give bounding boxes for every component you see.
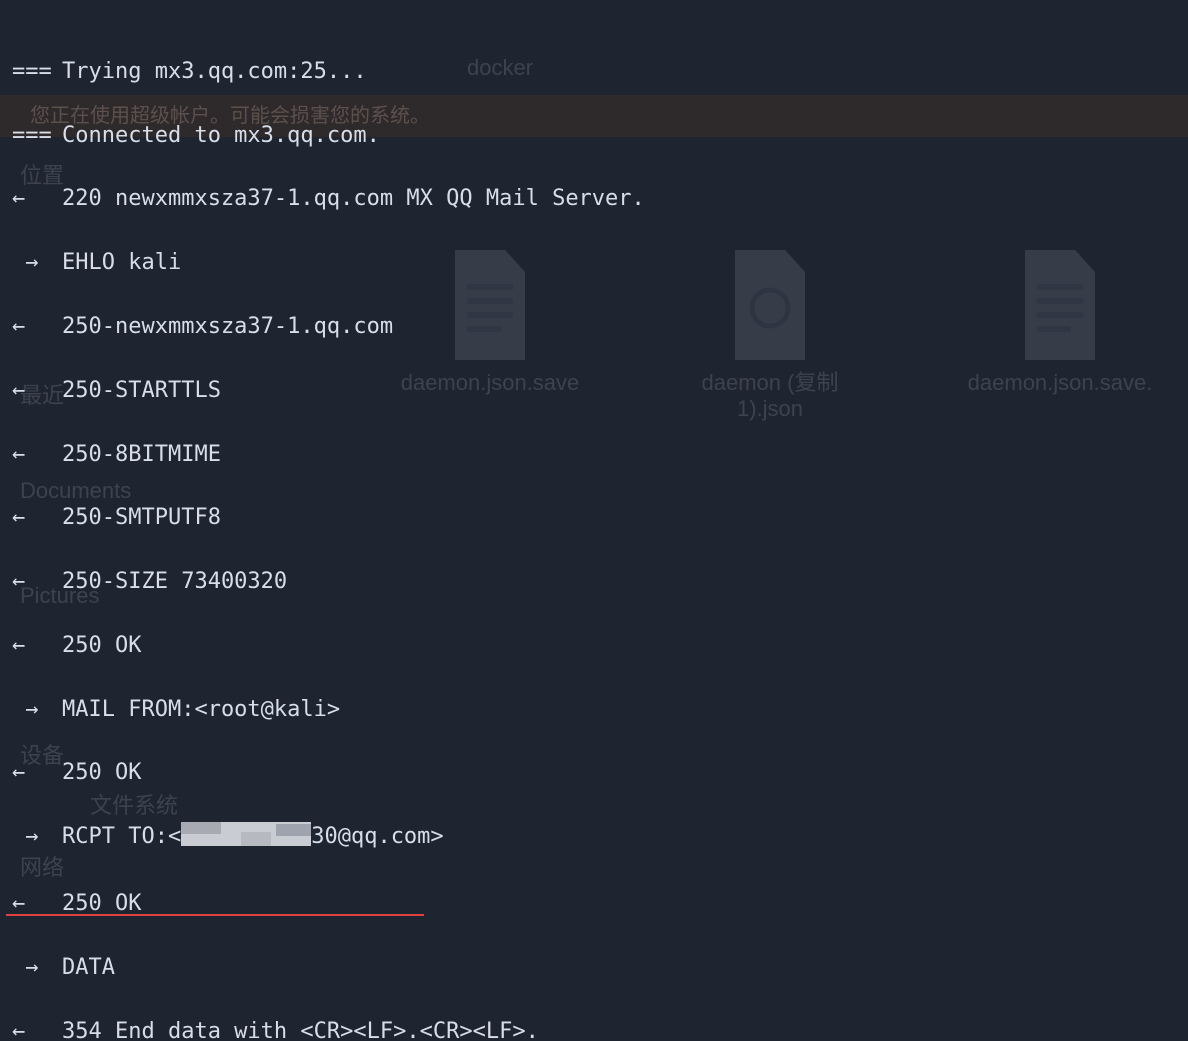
terminal-line: →DATA xyxy=(12,952,1188,984)
line-marker-recv: ← xyxy=(12,311,62,343)
line-text: DATA xyxy=(62,952,115,984)
text-after-redact: 30@qq.com> xyxy=(311,824,443,849)
text-before-redact: RCPT TO:< xyxy=(62,824,181,849)
line-text: 354 End data with <CR><LF>.<CR><LF>. xyxy=(62,1016,539,1041)
terminal-line: →RCPT TO:< 30@qq.com> xyxy=(12,821,1188,856)
line-marker-recv: ← xyxy=(12,630,62,662)
line-text: 250-newxmmxsza37-1.qq.com xyxy=(62,311,393,343)
line-marker-recv: ← xyxy=(12,757,62,789)
line-marker-info: === xyxy=(12,120,62,152)
line-text: 250-STARTTLS xyxy=(62,375,221,407)
line-marker-recv: ← xyxy=(12,502,62,534)
error-underline xyxy=(6,914,424,916)
line-marker-recv: ← xyxy=(12,439,62,471)
terminal-line: ←220 newxmmxsza37-1.qq.com MX QQ Mail Se… xyxy=(12,183,1188,215)
terminal-line: ←250 OK xyxy=(12,630,1188,662)
line-text: RCPT TO:< 30@qq.com> xyxy=(62,821,444,856)
line-marker-recv: ← xyxy=(12,566,62,598)
line-text: 220 newxmmxsza37-1.qq.com MX QQ Mail Ser… xyxy=(62,183,645,215)
line-marker-recv: ← xyxy=(12,375,62,407)
terminal-line: ←250 OK xyxy=(12,757,1188,789)
terminal-line: ←250-newxmmxsza37-1.qq.com xyxy=(12,311,1188,343)
line-text: 250 OK xyxy=(62,630,141,662)
terminal-line: ←250-SIZE 73400320 xyxy=(12,566,1188,598)
terminal-line: ←250-8BITMIME xyxy=(12,439,1188,471)
line-marker-recv: ← xyxy=(12,1016,62,1041)
terminal-line: →EHLO kali xyxy=(12,247,1188,279)
line-text: 250 OK xyxy=(62,757,141,789)
terminal-output: ===Trying mx3.qq.com:25... ===Connected … xyxy=(0,0,1188,1041)
line-text: EHLO kali xyxy=(62,247,181,279)
line-text: 250-8BITMIME xyxy=(62,439,221,471)
line-marker-send: → xyxy=(12,821,62,853)
line-marker-info: === xyxy=(12,56,62,88)
line-text: 250-SIZE 73400320 xyxy=(62,566,287,598)
line-text: MAIL FROM:<root@kali> xyxy=(62,694,340,726)
line-marker-send: → xyxy=(12,952,62,984)
terminal-line: ===Connected to mx3.qq.com. xyxy=(12,120,1188,152)
terminal-line: ←250-STARTTLS xyxy=(12,375,1188,407)
line-marker-send: → xyxy=(12,694,62,726)
line-marker-recv: ← xyxy=(12,183,62,215)
line-text: Connected to mx3.qq.com. xyxy=(62,120,380,152)
line-text: 250-SMTPUTF8 xyxy=(62,502,221,534)
redacted-block xyxy=(181,822,311,856)
line-marker-send: → xyxy=(12,247,62,279)
line-text: Trying mx3.qq.com:25... xyxy=(62,56,367,88)
terminal-line: →MAIL FROM:<root@kali> xyxy=(12,694,1188,726)
terminal-line: ===Trying mx3.qq.com:25... xyxy=(12,56,1188,88)
terminal-line: ←250-SMTPUTF8 xyxy=(12,502,1188,534)
terminal-line: ←354 End data with <CR><LF>.<CR><LF>. xyxy=(12,1016,1188,1041)
